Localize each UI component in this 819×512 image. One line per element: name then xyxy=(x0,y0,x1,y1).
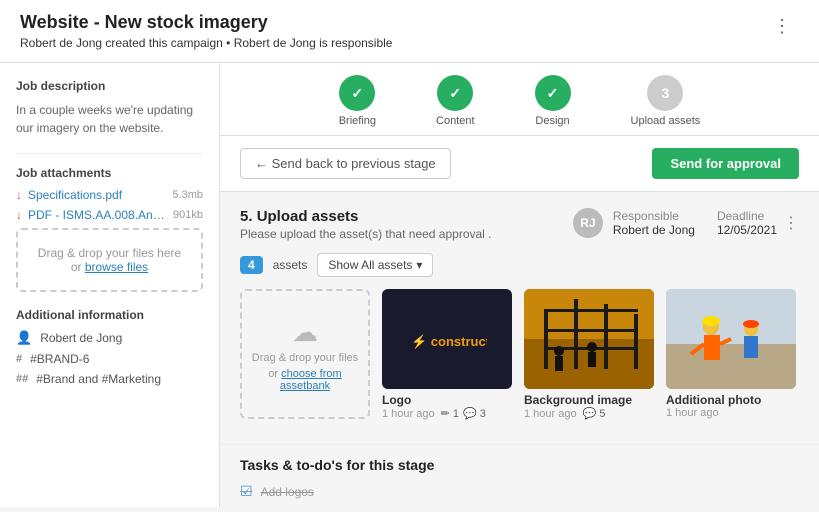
tasks-section: Tasks & to-do's for this stage ☑ Add log… xyxy=(220,444,819,507)
asset-name-background: Background image xyxy=(524,393,654,407)
asset-thumb-additional[interactable] xyxy=(666,289,796,389)
info-item-user: 👤 Robert de Jong xyxy=(16,330,203,346)
deadline-label: Deadline xyxy=(717,209,777,223)
stage-briefing: ✓ Briefing xyxy=(339,75,376,127)
assets-filter-button[interactable]: Show All assets ▾ xyxy=(317,253,433,277)
comment-icon: 💬 3 xyxy=(463,407,486,420)
assets-filter: 4 assets Show All assets ▾ xyxy=(240,253,799,277)
attachment-size: 901kb xyxy=(173,209,203,221)
edit-icon: ✏ 1 xyxy=(441,407,459,420)
attachment-name[interactable]: Specifications.pdf xyxy=(28,188,166,202)
responsible-label: Responsible xyxy=(613,209,695,223)
created-by: Robert de Jong xyxy=(20,36,102,50)
construction-svg xyxy=(524,289,654,389)
stage-circle-content: ✓ xyxy=(437,75,473,111)
deadline-date: 12/05/2021 xyxy=(717,223,777,237)
asset-name-additional: Additional photo xyxy=(666,393,796,407)
additional-info-title: Additional information xyxy=(16,308,203,322)
upload-cloud-icon: ☁ xyxy=(292,317,318,348)
attachments-title: Job attachments xyxy=(16,166,203,180)
stage-upload-assets: 3 Upload assets xyxy=(631,75,701,127)
asset-drop-zone[interactable]: ☁ Drag & drop your files or choose from … xyxy=(240,289,370,419)
browse-files-link[interactable]: browse files xyxy=(85,260,148,274)
task-item: ☑ Add logos xyxy=(240,483,799,500)
upload-stage-area: 5. Upload assets Please upload the asset… xyxy=(220,192,819,444)
responsible-name: Robert de Jong xyxy=(613,223,695,237)
page-title: Website - New stock imagery xyxy=(20,12,392,33)
send-approval-button[interactable]: Send for approval xyxy=(652,148,799,179)
stage-label-upload: Upload assets xyxy=(631,115,701,127)
tags-icon: ## xyxy=(16,373,28,385)
stage-label-briefing: Briefing xyxy=(339,115,376,127)
sidebar: Job description In a couple weeks we're … xyxy=(0,63,220,507)
user-icon: 👤 xyxy=(16,330,32,346)
construct-logo-svg: ⚡ construct. xyxy=(407,319,487,359)
more-menu-button[interactable]: ⋮ xyxy=(765,12,799,41)
stages-bar: ✓ Briefing ✓ Content ✓ Design 3 Upload a… xyxy=(220,63,819,136)
comment-icon: 💬 5 xyxy=(583,407,606,420)
asset-card-additional: Additional photo 1 hour ago xyxy=(666,289,796,420)
stage-label-design: Design xyxy=(535,115,569,127)
responsible-section: RJ Responsible Robert de Jong Deadline 1… xyxy=(573,208,777,238)
assets-label: assets xyxy=(273,258,308,272)
content-area: ✓ Briefing ✓ Content ✓ Design 3 Upload a… xyxy=(220,63,819,507)
stage-content: ✓ Content xyxy=(436,75,475,127)
attachment-size: 5.3mb xyxy=(172,189,203,201)
info-user-name: Robert de Jong xyxy=(40,331,122,345)
upload-stage-title: 5. Upload assets xyxy=(240,208,492,225)
main-layout: Job description In a couple weeks we're … xyxy=(0,63,819,507)
stage-design: ✓ Design xyxy=(535,75,571,127)
task-checkbox-done[interactable]: ☑ xyxy=(240,506,253,507)
asset-card-logo: ⚡ construct. Logo 1 hour ago ✏ 1 💬 3 xyxy=(382,289,512,420)
tasks-title: Tasks & to-do's for this stage xyxy=(240,457,799,473)
attachment-item: ↓ PDF - ISMS.AA.008.Annex A... 901kb xyxy=(16,208,203,222)
asset-thumb-background[interactable] xyxy=(524,289,654,389)
info-item-tags: ## #Brand and #Marketing xyxy=(16,372,203,386)
stage-more-button[interactable]: ⋮ xyxy=(783,213,799,233)
attachment-name[interactable]: PDF - ISMS.AA.008.Annex A... xyxy=(28,208,167,222)
task-item: ☑ Check colors xyxy=(240,506,799,507)
responsible-by: Robert de Jong xyxy=(234,36,316,50)
job-description-title: Job description xyxy=(16,79,203,93)
actions-bar: ← Send back to previous stage Send for a… xyxy=(220,136,819,192)
info-brand: #BRAND-6 xyxy=(30,352,89,366)
page-subtitle: Robert de Jong created this campaign • R… xyxy=(20,36,392,50)
stage-circle-briefing: ✓ xyxy=(339,75,375,111)
deadline-section: Deadline 12/05/2021 xyxy=(717,209,777,237)
choose-assetbank-link[interactable]: choose from assetbank xyxy=(280,368,342,392)
top-bar: Website - New stock imagery Robert de Jo… xyxy=(0,0,819,63)
asset-meta-additional: 1 hour ago xyxy=(666,407,796,419)
stage-circle-upload: 3 xyxy=(647,75,683,111)
job-description-text: In a couple weeks we're updating our ima… xyxy=(16,101,203,137)
worker-svg xyxy=(666,289,796,389)
upload-stage-subtitle: Please upload the asset(s) that need app… xyxy=(240,227,492,241)
info-tags: #Brand and #Marketing xyxy=(36,372,161,386)
brand-icon: # xyxy=(16,353,22,365)
download-icon: ↓ xyxy=(16,208,22,222)
assets-count-badge: 4 xyxy=(240,256,263,274)
assets-grid: ☁ Drag & drop your files or choose from … xyxy=(240,289,799,428)
upload-stage-header: 5. Upload assets Please upload the asset… xyxy=(240,208,799,241)
stage-circle-design: ✓ xyxy=(535,75,571,111)
asset-meta-background: 1 hour ago 💬 5 xyxy=(524,407,654,420)
task-label: Add logos xyxy=(261,485,314,499)
send-back-button[interactable]: ← Send back to previous stage xyxy=(240,148,451,179)
attachment-item: ↓ Specifications.pdf 5.3mb xyxy=(16,188,203,202)
info-item-brand: # #BRAND-6 xyxy=(16,352,203,366)
asset-meta-logo: 1 hour ago ✏ 1 💬 3 xyxy=(382,407,512,420)
asset-card-background: Background image 1 hour ago 💬 5 xyxy=(524,289,654,420)
svg-text:⚡ construct.: ⚡ construct. xyxy=(411,334,487,350)
asset-name-logo: Logo xyxy=(382,393,512,407)
avatar: RJ xyxy=(573,208,603,238)
asset-thumb-logo[interactable]: ⚡ construct. xyxy=(382,289,512,389)
stage-label-content: Content xyxy=(436,115,475,127)
download-icon: ↓ xyxy=(16,188,22,202)
task-checkbox-done[interactable]: ☑ xyxy=(240,483,253,500)
sidebar-drop-zone[interactable]: Drag & drop your files here or browse fi… xyxy=(16,228,203,292)
